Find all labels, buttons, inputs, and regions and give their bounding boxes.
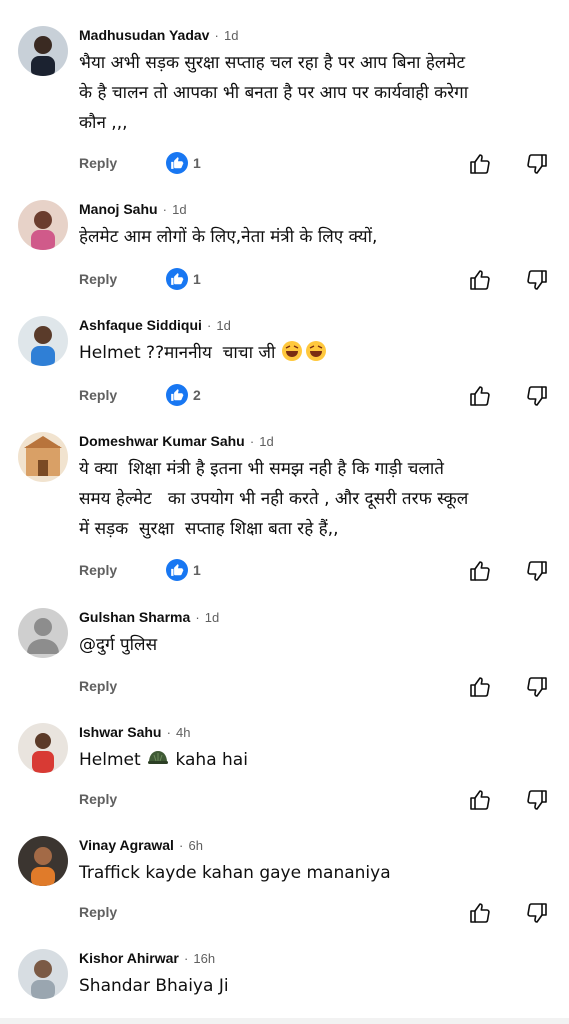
author-name[interactable]: Kishor Ahirwar — [79, 950, 179, 966]
thumbs-up-badge-icon — [166, 384, 188, 406]
avatar[interactable] — [18, 316, 68, 366]
reply-button[interactable]: Reply — [79, 562, 117, 578]
comment-header: Gulshan Sharma · 1d — [79, 608, 219, 626]
thumb-down-icon[interactable] — [525, 268, 549, 292]
avatar[interactable] — [18, 949, 68, 999]
avatar[interactable] — [18, 200, 68, 250]
separator: · — [206, 318, 212, 333]
nav-bar-edge — [0, 1018, 569, 1024]
like-count: 1 — [193, 562, 201, 578]
thumbs-up-badge-icon — [166, 152, 188, 174]
author-name[interactable]: Vinay Agrawal — [79, 837, 174, 853]
separator: · — [162, 202, 167, 217]
comment-text: Helmet ⛑️ kaha hai — [79, 745, 549, 775]
like-count: 2 — [193, 387, 201, 403]
thumb-down-icon[interactable] — [525, 675, 549, 699]
reply-button[interactable]: Reply — [79, 791, 117, 807]
reply-button[interactable]: Reply — [79, 387, 117, 403]
helmet-emoji-icon — [148, 751, 169, 764]
separator: · — [166, 725, 171, 740]
comment-text: भैया अभी सड़क सुरक्षा सप्ताह चल रहा है प… — [79, 53, 469, 133]
comment-actions: Reply 1 — [0, 152, 569, 178]
comment-text: हेलमेट आम लोगों के लिए,नेता मंत्री के लि… — [79, 227, 378, 247]
timestamp[interactable]: 1d — [205, 610, 219, 625]
author-name[interactable]: Manoj Sahu — [79, 201, 158, 217]
author-name[interactable]: Ishwar Sahu — [79, 724, 161, 740]
separator: · — [214, 28, 219, 43]
laughing-emoji-icon — [281, 341, 326, 361]
thumb-down-icon[interactable] — [525, 901, 549, 925]
comment-text: @दुर्ग पुलिस — [79, 635, 158, 655]
thumb-up-icon[interactable] — [468, 268, 492, 292]
timestamp[interactable]: 6h — [188, 838, 202, 853]
reply-button[interactable]: Reply — [79, 271, 117, 287]
avatar[interactable] — [18, 608, 68, 658]
comment-text: Helmet ??माननीय चाचा जी 😂😂 — [79, 338, 549, 368]
thumb-up-icon[interactable] — [468, 901, 492, 925]
comment-header: Kishor Ahirwar · 16h — [79, 949, 215, 967]
author-name[interactable]: Madhusudan Yadav — [79, 27, 209, 43]
comment-header: Ashfaque Siddiqui · 1d — [79, 316, 231, 334]
comment-header: Vinay Agrawal · 6h — [79, 836, 203, 854]
thumb-up-icon[interactable] — [468, 152, 492, 176]
comment-text-main: Helmet ??माननीय चाचा जी — [79, 343, 281, 363]
avatar[interactable] — [18, 432, 68, 482]
comment-text-start: Helmet — [79, 750, 147, 770]
thumbs-up-badge-icon — [166, 268, 188, 290]
reply-button[interactable]: Reply — [79, 155, 117, 171]
timestamp[interactable]: 1d — [259, 434, 273, 449]
author-name[interactable]: Gulshan Sharma — [79, 609, 190, 625]
comment-actions: Reply 2 — [0, 384, 569, 410]
comment-actions: Reply — [0, 675, 569, 701]
timestamp[interactable]: 4h — [176, 725, 190, 740]
avatar[interactable] — [18, 26, 68, 76]
comment-actions: Reply 1 — [0, 268, 569, 294]
thumb-down-icon[interactable] — [525, 384, 549, 408]
comment-header: Manoj Sahu · 1d — [79, 200, 187, 218]
comment-header: Domeshwar Kumar Sahu · 1d — [79, 432, 274, 450]
thumb-up-icon[interactable] — [468, 559, 492, 583]
comment-text: ये क्या शिक्षा मंत्री है इतना भी समझ नही… — [79, 459, 469, 539]
author-name[interactable]: Ashfaque Siddiqui — [79, 317, 202, 333]
timestamp[interactable]: 1d — [216, 318, 230, 333]
author-name[interactable]: Domeshwar Kumar Sahu — [79, 433, 245, 449]
like-count: 1 — [193, 271, 201, 287]
thumb-up-icon[interactable] — [468, 788, 492, 812]
thumb-down-icon[interactable] — [525, 152, 549, 176]
comment-actions: Reply — [0, 901, 569, 927]
timestamp[interactable]: 1d — [172, 202, 186, 217]
separator: · — [249, 434, 255, 449]
thumb-up-icon[interactable] — [468, 675, 492, 699]
like-count: 1 — [193, 155, 201, 171]
timestamp[interactable]: 16h — [193, 951, 215, 966]
avatar[interactable] — [18, 836, 68, 886]
comment-text: Traffick kayde kahan gaye mananiya — [79, 863, 391, 883]
separator: · — [179, 838, 184, 853]
thumb-down-icon[interactable] — [525, 559, 549, 583]
reply-button[interactable]: Reply — [79, 904, 117, 920]
timestamp[interactable]: 1d — [224, 28, 238, 43]
comment-text: Shandar Bhaiya Ji — [79, 976, 229, 996]
thumbs-up-badge-icon — [166, 559, 188, 581]
comment-actions: Reply — [0, 788, 569, 814]
comment-actions: Reply 1 — [0, 559, 569, 585]
separator: · — [183, 951, 189, 966]
thumb-down-icon[interactable] — [525, 788, 549, 812]
separator: · — [195, 610, 200, 625]
comment-header: Madhusudan Yadav · 1d — [79, 26, 238, 44]
avatar[interactable] — [18, 723, 68, 773]
comment-text-end: kaha hai — [170, 750, 248, 770]
reply-button[interactable]: Reply — [79, 678, 117, 694]
thumb-up-icon[interactable] — [468, 384, 492, 408]
comment-header: Ishwar Sahu · 4h — [79, 723, 190, 741]
